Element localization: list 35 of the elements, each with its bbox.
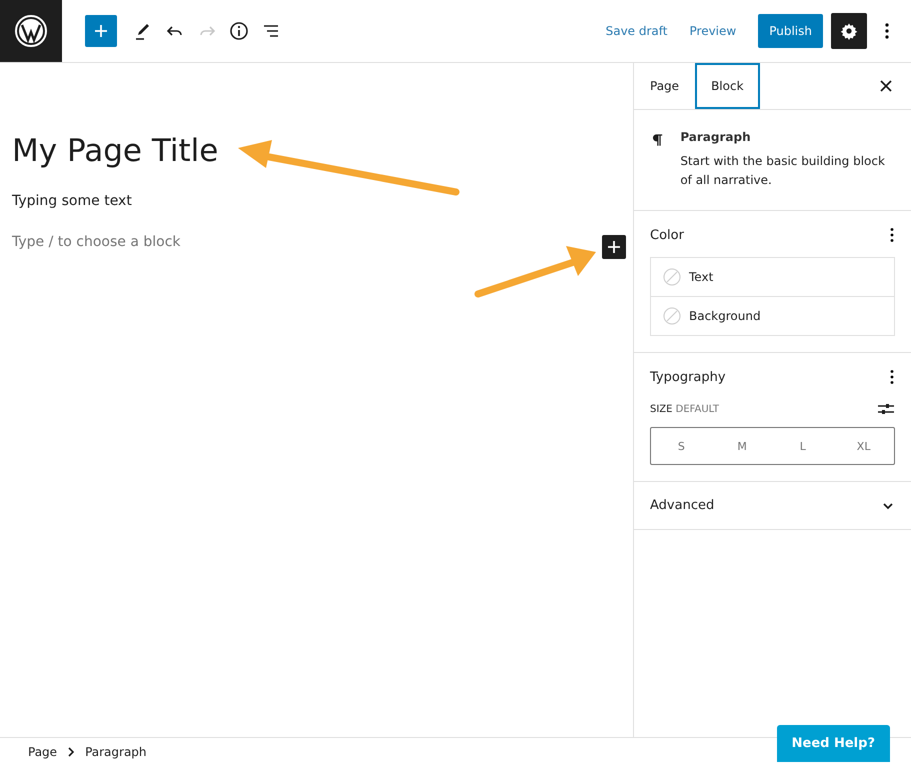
block-description: Start with the basic building block of all narrative. bbox=[680, 153, 886, 189]
page-title[interactable]: My Page Title bbox=[12, 133, 621, 169]
publish-button[interactable]: Publish bbox=[758, 14, 823, 48]
wordpress-logo[interactable] bbox=[0, 0, 62, 62]
size-option[interactable]: S bbox=[651, 428, 712, 464]
color-option[interactable]: Text bbox=[651, 258, 894, 296]
sidebar-tab[interactable]: Block bbox=[695, 63, 760, 109]
size-option[interactable]: XL bbox=[833, 428, 894, 464]
add-block-button[interactable] bbox=[602, 235, 626, 259]
settings-button[interactable] bbox=[831, 13, 867, 49]
close-icon[interactable] bbox=[879, 79, 893, 93]
panel-title[interactable]: Advanced bbox=[650, 498, 714, 513]
gear-icon bbox=[840, 22, 858, 40]
plus-icon bbox=[606, 239, 622, 255]
size-option[interactable]: L bbox=[772, 428, 834, 464]
empty-swatch-icon bbox=[663, 307, 681, 325]
sliders-icon[interactable] bbox=[877, 401, 895, 417]
block-name: Paragraph bbox=[680, 130, 752, 144]
sidebar-tab[interactable]: Page bbox=[634, 63, 696, 109]
info-icon[interactable] bbox=[227, 19, 251, 43]
size-option[interactable]: M bbox=[712, 428, 772, 464]
preview-link[interactable]: Preview bbox=[690, 24, 736, 38]
breadcrumb-item[interactable]: Paragraph bbox=[85, 744, 147, 758]
size-label: SIZE DEFAULT bbox=[650, 404, 719, 414]
chevron-icon bbox=[67, 746, 76, 756]
block-placeholder[interactable]: Type / to choose a block bbox=[12, 234, 181, 250]
more-options-icon[interactable] bbox=[889, 369, 895, 385]
panel-title[interactable]: Typography bbox=[650, 370, 726, 384]
breadcrumb-item[interactable]: Page bbox=[28, 744, 58, 758]
more-options-icon[interactable] bbox=[889, 227, 895, 243]
empty-swatch-icon bbox=[663, 268, 681, 286]
color-option[interactable]: Background bbox=[651, 296, 894, 335]
save-draft-link[interactable]: Save draft bbox=[606, 24, 668, 38]
paragraph-text[interactable]: Typing some text bbox=[12, 193, 621, 209]
panel-title[interactable]: Color bbox=[650, 228, 684, 242]
